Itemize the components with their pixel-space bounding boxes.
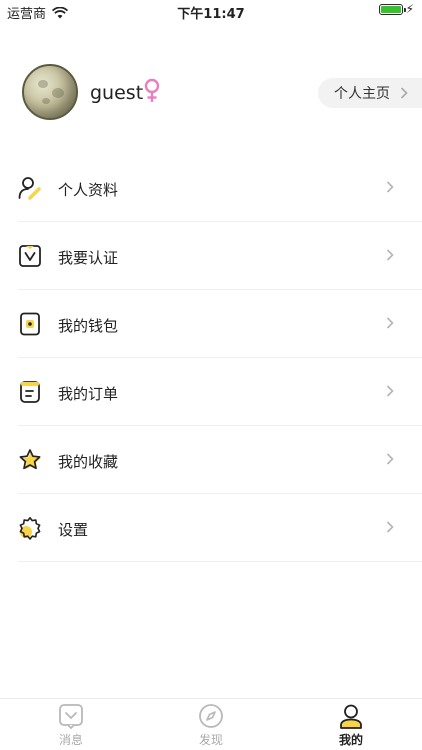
message-icon xyxy=(59,704,83,729)
battery-icon xyxy=(378,3,406,15)
chevron-right-icon xyxy=(386,521,394,533)
charging-icon: ⚡ xyxy=(405,2,414,16)
menu-item-wallet[interactable]: 我的钱包 xyxy=(0,290,422,358)
wallet-icon xyxy=(20,312,40,336)
menu-item-settings[interactable]: 设置 xyxy=(0,494,422,562)
tab-label: 发现 xyxy=(198,733,223,747)
chevron-right-icon xyxy=(386,453,394,465)
menu-item-label: 我的钱包 xyxy=(58,317,119,335)
chevron-right-icon xyxy=(386,181,394,193)
username: guest xyxy=(90,82,144,104)
menu-item-verify[interactable]: 我要认证 xyxy=(0,222,422,290)
homepage-button[interactable]: 个人主页 xyxy=(318,78,422,108)
tab-bar: 消息 发现 我的 xyxy=(0,698,422,750)
order-icon xyxy=(20,381,40,403)
user-icon xyxy=(340,704,362,729)
tab-messages[interactable]: 消息 xyxy=(31,703,111,748)
female-gender-icon xyxy=(144,78,160,102)
tab-label: 消息 xyxy=(58,733,83,747)
verify-icon xyxy=(19,245,41,267)
avatar[interactable] xyxy=(22,64,78,120)
status-bar: 运营商 下午11:47 ⚡ xyxy=(0,0,422,22)
chevron-right-icon xyxy=(386,249,394,261)
profile-edit-icon xyxy=(18,177,41,200)
menu-list: 个人资料 我要认证 我的钱包 我的订单 我的收藏 设置 xyxy=(0,154,422,562)
clock: 下午11:47 xyxy=(177,7,245,22)
menu-item-label: 我的订单 xyxy=(58,385,119,403)
chevron-right-icon xyxy=(386,317,394,329)
menu-item-orders[interactable]: 我的订单 xyxy=(0,358,422,426)
gear-icon xyxy=(19,517,41,540)
tab-label: 我的 xyxy=(338,733,363,747)
chevron-right-icon xyxy=(386,385,394,397)
chevron-right-icon xyxy=(400,87,408,99)
divider xyxy=(18,561,422,562)
menu-item-profile[interactable]: 个人资料 xyxy=(0,154,422,222)
tab-me[interactable]: 我的 xyxy=(311,703,391,748)
tab-discover[interactable]: 发现 xyxy=(171,703,251,748)
status-right: ⚡ xyxy=(378,2,414,16)
compass-icon xyxy=(199,704,223,728)
profile-header: guest 个人主页 xyxy=(0,62,422,122)
menu-item-label: 我的收藏 xyxy=(58,453,119,471)
homepage-label: 个人主页 xyxy=(334,86,390,102)
menu-item-label: 设置 xyxy=(58,521,89,539)
menu-item-favorites[interactable]: 我的收藏 xyxy=(0,426,422,494)
star-icon xyxy=(19,449,41,470)
menu-item-label: 我要认证 xyxy=(58,249,119,267)
menu-item-label: 个人资料 xyxy=(58,181,119,199)
